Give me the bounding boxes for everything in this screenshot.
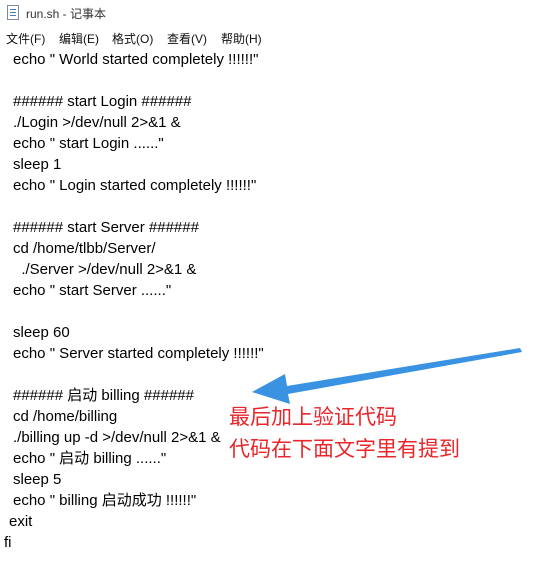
annotation-arrow	[252, 348, 522, 404]
annotation-text-2: 代码在下面文字里有提到	[229, 438, 460, 461]
annotation-text-1: 最后加上验证代码	[229, 406, 397, 429]
